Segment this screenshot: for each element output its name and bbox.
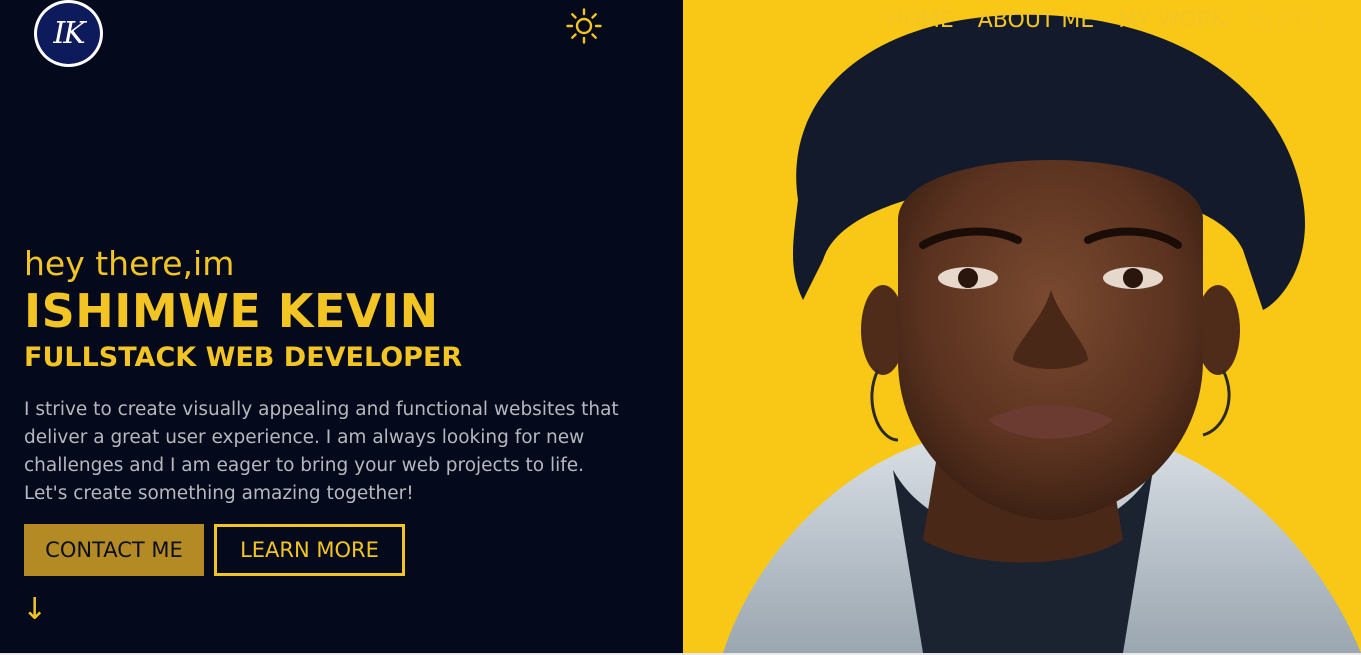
nav-home-link[interactable]: HOME [887,8,954,33]
logo-text: IK [53,16,85,51]
hero-description: I strive to create visually appealing an… [24,399,619,504]
theme-toggle-sun-icon[interactable] [566,8,602,44]
learn-more-button[interactable]: LEARN MORE [214,524,405,576]
hero-greeting: hey there,im [24,244,235,283]
arrow-down-icon[interactable]: ↓ [22,592,47,627]
nav-about-me-link[interactable]: ABOUT ME [978,8,1095,33]
contact-me-button[interactable]: CONTACT ME [24,524,204,576]
hero-left-panel: IK hey there,im ISHIMWE KEVIN FULLSTACK … [0,0,683,653]
logo[interactable]: IK [34,0,103,67]
main-nav: HOME ABOUT ME MY WORK BLOGS [887,8,1325,33]
nav-my-work-link[interactable]: MY WORK [1118,8,1226,33]
hero-role: FULLSTACK WEB DEVELOPER [24,342,463,373]
nav-blogs-link[interactable]: BLOGS [1250,8,1325,33]
portrait-image [723,14,1361,653]
sun-icon [566,8,602,44]
hero-portrait-panel [683,0,1361,653]
hero-name: ISHIMWE KEVIN [24,284,439,338]
